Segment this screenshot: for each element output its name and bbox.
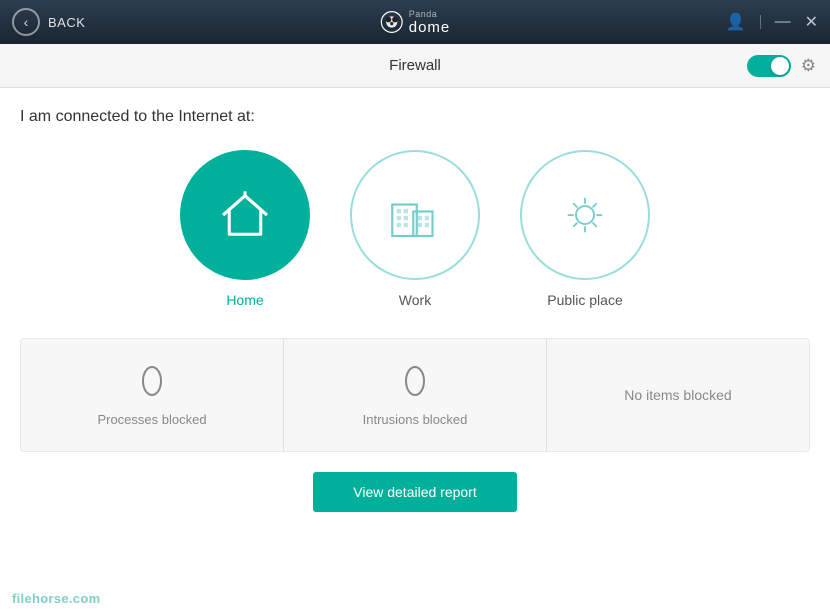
network-option-public[interactable]: Public place: [520, 150, 650, 308]
watermark-text3: .com: [69, 591, 101, 606]
processes-zero-icon: [139, 363, 165, 399]
title-bar: ‹ BACK Panda dome 👤: [0, 0, 830, 44]
back-label: BACK: [48, 15, 85, 30]
intrusions-label: Intrusions blocked: [363, 412, 468, 427]
work-label: Work: [399, 292, 431, 308]
report-btn-container: View detailed report: [20, 472, 810, 512]
home-icon: [210, 180, 280, 250]
user-icon[interactable]: 👤: [726, 12, 746, 32]
stat-processes: Processes blocked: [21, 339, 284, 451]
public-icon: [555, 185, 615, 245]
app-window: ‹ BACK Panda dome 👤: [0, 0, 830, 614]
processes-label: Processes blocked: [97, 412, 206, 427]
home-label: Home: [226, 292, 263, 308]
close-button[interactable]: ✕: [805, 12, 818, 32]
public-label: Public place: [547, 292, 623, 308]
divider: [760, 15, 761, 29]
stat-intrusions: Intrusions blocked: [284, 339, 547, 451]
back-button[interactable]: ‹: [12, 8, 40, 36]
firewall-title: Firewall: [389, 57, 441, 74]
work-circle[interactable]: [350, 150, 480, 280]
intrusions-count: [402, 363, 428, 404]
settings-gear-icon[interactable]: ⚙: [801, 56, 816, 76]
title-bar-center: Panda dome: [380, 9, 451, 36]
network-option-work[interactable]: Work: [350, 150, 480, 308]
noitems-text: No items blocked: [624, 387, 731, 403]
toggle-knob: [771, 57, 789, 75]
logo-text-group: Panda dome: [409, 9, 451, 36]
watermark-text1: file: [12, 591, 32, 606]
public-circle[interactable]: [520, 150, 650, 280]
network-options: Home: [20, 150, 810, 308]
network-option-home[interactable]: Home: [180, 150, 310, 308]
watermark-text2: horse: [32, 591, 69, 606]
dome-logo: Panda dome: [380, 9, 451, 36]
firewall-bar: Firewall ⚙: [0, 44, 830, 88]
title-bar-right: 👤 — ✕: [726, 12, 818, 32]
work-icon: [380, 180, 450, 250]
firewall-toggle[interactable]: [747, 55, 791, 77]
home-circle[interactable]: [180, 150, 310, 280]
panda-logo-icon: [380, 10, 404, 34]
main-content: I am connected to the Internet at: Home: [0, 88, 830, 614]
view-report-button[interactable]: View detailed report: [313, 472, 516, 512]
watermark: filehorse.com: [12, 591, 100, 606]
connection-label: I am connected to the Internet at:: [20, 108, 810, 126]
minimize-button[interactable]: —: [775, 13, 791, 31]
stat-noitems: No items blocked: [547, 339, 809, 451]
intrusions-zero-icon: [402, 363, 428, 399]
title-bar-left: ‹ BACK: [12, 8, 85, 36]
logo-small-text: Panda: [409, 9, 451, 19]
processes-count: [139, 363, 165, 404]
firewall-controls: ⚙: [747, 55, 816, 77]
logo-main-text: dome: [409, 19, 451, 36]
back-arrow-icon: ‹: [24, 14, 29, 30]
stats-row: Processes blocked Intrusions blocked No …: [20, 338, 810, 452]
